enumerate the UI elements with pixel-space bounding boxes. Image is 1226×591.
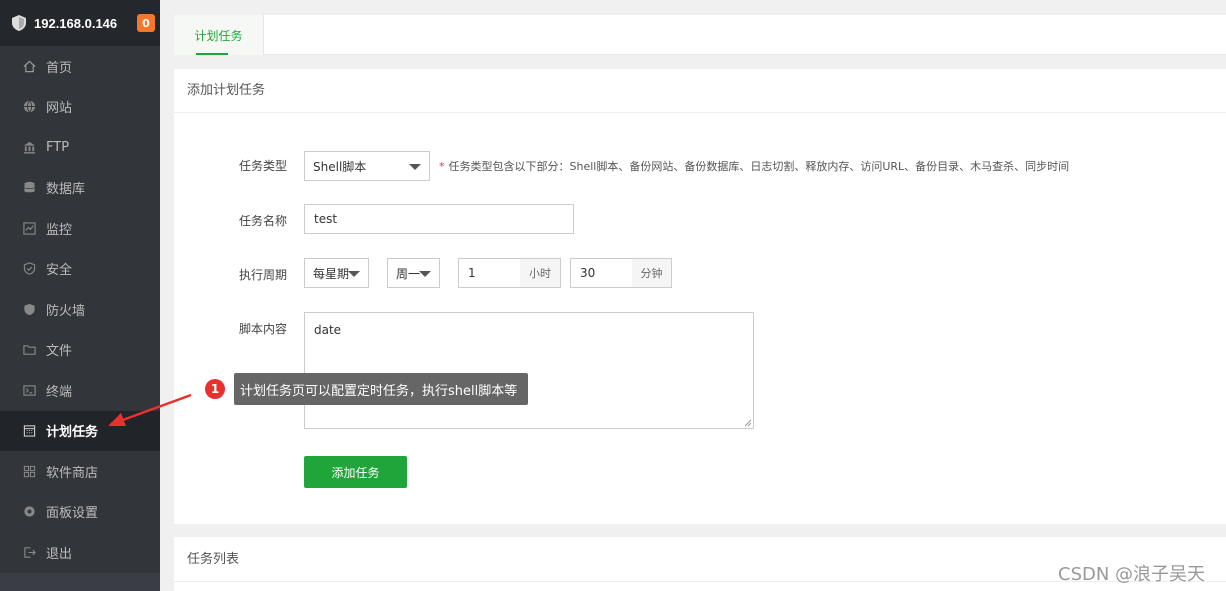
notification-badge[interactable]: 0 [137,14,155,32]
firewall-shield-icon [22,302,36,316]
task-type-hint-text: 任务类型包含以下部分：Shell脚本、备份网站、备份数据库、日志切割、释放内存、… [448,160,1070,173]
folder-icon [22,343,36,357]
sidebar-item-label: 退出 [46,546,73,562]
task-type-value: Shell脚本 [313,159,367,174]
script-textarea[interactable]: date [304,312,754,429]
add-task-button[interactable]: 添加任务 [304,456,407,488]
sidebar-item-label: 面板设置 [46,506,99,522]
task-type-select[interactable]: Shell脚本 [304,151,430,181]
watermark: CSDN @浪子吴天 [1058,564,1206,585]
home-icon [22,59,36,73]
sidebar-item-label: 监控 [46,222,73,238]
logout-icon [22,545,36,559]
ftp-icon [22,140,36,154]
weekday-select[interactable]: 周一 [387,258,440,288]
monitor-icon [22,221,36,235]
database-icon [22,181,36,195]
sidebar-item-label: 计划任务 [46,425,99,441]
minute-unit: 分钟 [632,258,672,288]
sidebar-item-label: 首页 [46,60,73,76]
sidebar-item-logout[interactable]: 退出 [0,532,160,573]
weekday-value: 周一 [396,266,421,281]
server-shield-icon [12,15,26,31]
resize-grip-icon[interactable] [744,419,752,427]
sidebar-item-label: 安全 [46,263,73,279]
calendar-icon [22,424,36,438]
sidebar-item-ftp[interactable]: FTP [0,127,160,168]
shield-check-icon [22,262,36,276]
sidebar-item-settings[interactable]: 面板设置 [0,492,160,533]
panel-title: 添加计划任务 [174,69,1226,113]
gear-icon [22,505,36,519]
sidebar-item-label: FTP [46,139,70,155]
cycle-label: 执行周期 [239,268,288,282]
script-text: date [314,323,342,337]
sidebar: 192.168.0.146 0 首页 网站 FTP 数据库 监控 安全 防火墙 … [0,0,160,591]
sidebar-item-label: 文件 [46,344,73,360]
period-value: 每星期 [313,266,350,281]
server-ip: 192.168.0.146 [34,15,118,31]
server-header: 192.168.0.146 0 [0,0,160,46]
sidebar-item-security[interactable]: 安全 [0,249,160,290]
tab-bar: 计划任务 [174,15,1226,55]
annotation-tooltip: 计划任务页可以配置定时任务，执行shell脚本等 [234,373,528,405]
sidebar-item-label: 终端 [46,384,73,400]
grid-icon [22,464,36,478]
sidebar-footer [0,573,160,591]
task-type-hint: * 任务类型包含以下部分：Shell脚本、备份网站、备份数据库、日志切割、释放内存… [439,158,1069,174]
sidebar-menu: 首页 网站 FTP 数据库 监控 安全 防火墙 文件 终端 计划任务 软件商店 … [0,46,160,573]
required-star: * [439,160,445,173]
sidebar-item-label: 防火墙 [46,303,86,319]
task-name-input[interactable]: test [304,204,574,234]
sidebar-item-firewall[interactable]: 防火墙 [0,289,160,330]
script-label: 脚本内容 [239,322,288,336]
sidebar-item-website[interactable]: 网站 [0,87,160,128]
task-name-label: 任务名称 [239,214,288,228]
chevron-down-icon [419,271,431,277]
sidebar-item-label: 网站 [46,101,73,117]
sidebar-item-terminal[interactable]: 终端 [0,370,160,411]
sidebar-item-label: 数据库 [46,182,86,198]
globe-icon [22,100,36,114]
sidebar-item-home[interactable]: 首页 [0,46,160,87]
period-select[interactable]: 每星期 [304,258,369,288]
chevron-down-icon [409,164,421,170]
terminal-icon [22,383,36,397]
hour-input[interactable]: 1 [458,258,521,288]
sidebar-item-label: 软件商店 [46,465,99,481]
hour-unit: 小时 [520,258,561,288]
sidebar-item-files[interactable]: 文件 [0,330,160,371]
tab-cron[interactable]: 计划任务 [174,15,264,55]
sidebar-item-cron[interactable]: 计划任务 [0,410,160,451]
task-type-label: 任务类型 [239,159,288,173]
minute-input[interactable]: 30 [570,258,633,288]
sidebar-item-database[interactable]: 数据库 [0,168,160,209]
sidebar-item-store[interactable]: 软件商店 [0,451,160,492]
sidebar-item-monitor[interactable]: 监控 [0,208,160,249]
annotation-number-badge: 1 [205,379,225,399]
add-task-panel: 添加计划任务 任务类型 Shell脚本 * 任务类型包含以下部分：Shell脚本、… [174,69,1226,524]
chevron-down-icon [348,271,360,277]
